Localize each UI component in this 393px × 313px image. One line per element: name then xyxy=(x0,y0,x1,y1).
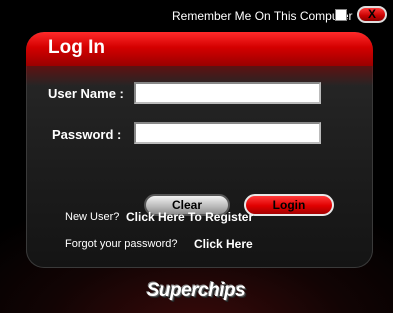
panel-header: Log In xyxy=(26,32,373,86)
page-title: Log In xyxy=(48,37,105,58)
forgot-password-link[interactable]: Click Here xyxy=(194,237,253,251)
close-button[interactable]: X xyxy=(357,6,387,23)
login-window: Remember Me On This Computer X Log In Us… xyxy=(0,0,393,313)
superchips-logo: Superchips xyxy=(128,280,264,304)
new-user-prompt: New User? xyxy=(65,211,120,223)
title-bar: Remember Me On This Computer X xyxy=(0,0,393,32)
remember-me-label: Remember Me On This Computer xyxy=(172,9,353,23)
username-label: User Name : xyxy=(48,86,124,101)
login-panel: Log In User Name : Password : Clear Logi… xyxy=(26,32,373,268)
register-link[interactable]: Click Here To Register xyxy=(126,210,253,224)
login-button[interactable]: Login xyxy=(244,194,334,216)
remember-me-checkbox[interactable] xyxy=(335,9,347,21)
logo-text: Superchips xyxy=(146,280,246,301)
password-field[interactable] xyxy=(134,122,321,144)
username-field[interactable] xyxy=(134,82,321,104)
password-label: Password : xyxy=(52,127,122,142)
forgot-password-prompt: Forgot your password? xyxy=(65,238,178,250)
